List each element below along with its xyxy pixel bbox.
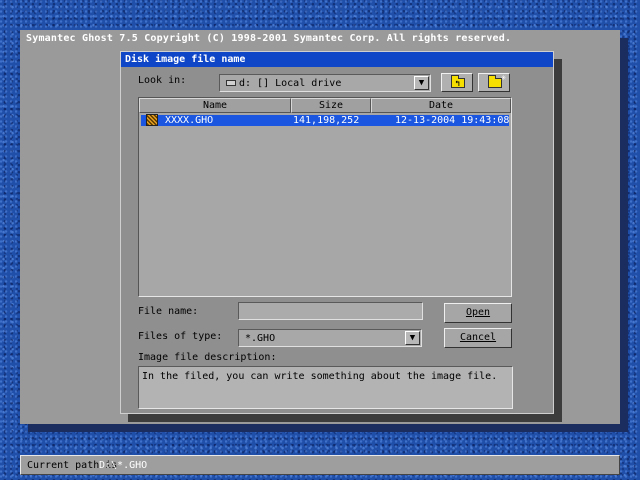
column-header-name[interactable]: Name — [139, 98, 291, 113]
up-folder-button[interactable]: ↰ — [441, 73, 473, 92]
look-in-label: Look in: — [138, 75, 187, 86]
sparkle-icon: ✳ — [501, 73, 507, 83]
files-of-type-value: *.GHO — [245, 333, 276, 344]
file-row[interactable]: XXXX.GHO 141,198,252 12-13-2004 19:43:08 — [141, 114, 510, 126]
open-button-label: Open — [465, 307, 491, 318]
file-list[interactable]: Name Size Date XXXX.GHO 141,198,252 12-1… — [138, 97, 512, 297]
file-name-input[interactable] — [238, 302, 423, 320]
files-of-type-dropdown[interactable]: *.GHO ▼ — [238, 329, 422, 347]
column-header-date[interactable]: Date — [371, 98, 511, 113]
new-folder-icon — [488, 75, 502, 88]
file-name-cell: XXXX.GHO — [165, 115, 214, 126]
new-folder-button[interactable]: ✳ — [478, 73, 510, 92]
cancel-button-label: Cancel — [459, 332, 497, 343]
dialog-title: Disk image file name — [121, 52, 553, 67]
status-bar: Current path is D:\*.GHO — [20, 455, 620, 475]
look-in-dropdown[interactable]: d: [] Local drive ▼ — [219, 74, 431, 92]
cancel-button[interactable]: Cancel — [444, 328, 512, 348]
app-title: Symantec Ghost 7.5 Copyright (C) 1998-20… — [20, 30, 620, 46]
column-header-size[interactable]: Size — [291, 98, 371, 113]
open-button[interactable]: Open — [444, 303, 512, 323]
file-size-cell: 141,198,252 — [293, 115, 360, 126]
file-name-label: File name: — [138, 306, 199, 317]
description-textarea[interactable]: In the filed, you can write something ab… — [138, 366, 513, 409]
description-label: Image file description: — [138, 352, 277, 363]
current-path: D:\*.GHO — [99, 460, 148, 471]
files-of-type-label: Files of type: — [138, 331, 223, 342]
drive-icon — [226, 80, 236, 86]
ghost-image-icon — [146, 114, 158, 126]
look-in-value: d: [] Local drive — [239, 78, 342, 89]
dropdown-arrow-icon[interactable]: ▼ — [405, 331, 420, 345]
file-date-cell: 12-13-2004 19:43:08 — [395, 115, 510, 126]
up-folder-icon: ↰ — [451, 75, 465, 88]
dropdown-arrow-icon[interactable]: ▼ — [414, 76, 429, 90]
